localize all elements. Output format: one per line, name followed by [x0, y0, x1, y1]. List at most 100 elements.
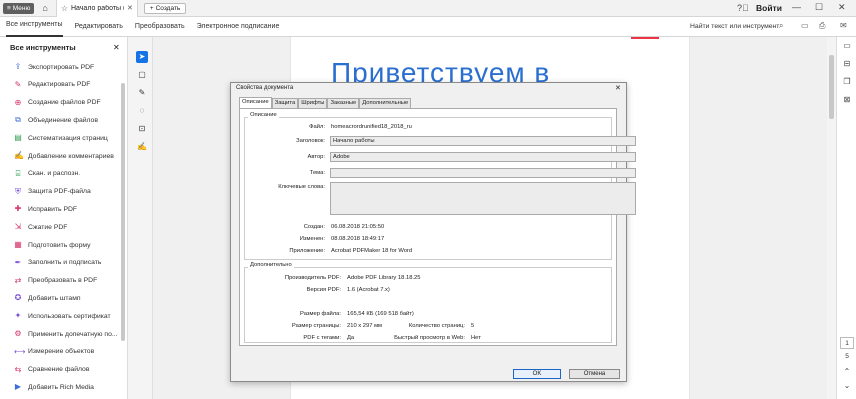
dialog-title: Свойства документа	[236, 85, 294, 91]
menu-label: Меню	[12, 4, 31, 12]
pages-panel-icon[interactable]: ❐	[842, 77, 852, 86]
login-button[interactable]: Войти	[756, 3, 782, 13]
create-button[interactable]: + Создать	[143, 2, 187, 14]
print-production-icon: ⚙	[14, 329, 22, 338]
panel-scrollbar[interactable]	[121, 83, 125, 341]
select-cursor-icon[interactable]: ➤	[136, 51, 148, 63]
help-icon[interactable]: ?⃝	[737, 3, 749, 13]
dialog-close-icon[interactable]: ✕	[615, 84, 621, 92]
mail-icon[interactable]: ✉	[840, 21, 847, 30]
tagged-pdf-label: PDF с тегами:	[303, 335, 341, 341]
document-scrollbar[interactable]	[827, 37, 836, 399]
title-field[interactable]: Начало работы	[330, 136, 636, 146]
tool-item[interactable]: ⛨ Защита PDF-файла	[14, 186, 91, 196]
search-icon[interactable]: ⌕	[779, 21, 783, 31]
menu-button[interactable]: ≡ Меню	[3, 2, 35, 14]
lock-panel-icon[interactable]: ⊠	[842, 95, 852, 104]
tool-item[interactable]: ⌸ Скан. и распозн.	[14, 169, 81, 178]
tool-item-label: Измерение объектов	[28, 348, 95, 356]
fast-web-view-label: Быстрый просмотр в Web:	[394, 335, 465, 341]
print-icon[interactable]: ⎙	[819, 21, 825, 31]
tool-item[interactable]: ⚙ Применить допечатную по...	[14, 329, 118, 338]
menu-e-sign[interactable]: Электронное подписание	[197, 23, 280, 30]
home-icon[interactable]: ⌂	[42, 3, 47, 13]
compare-icon: ⇆	[14, 364, 22, 374]
find-text-label[interactable]: Найти текст или инструмент	[690, 23, 779, 30]
add-comment-icon[interactable]: ▢	[136, 69, 148, 81]
fix-pdf-icon: ✚	[14, 204, 22, 214]
document-properties-dialog: Свойства документа ✕ Описание Защита Шри…	[230, 82, 636, 382]
tab-fonts[interactable]: Шрифты	[298, 98, 328, 108]
menu-all-tools[interactable]: Все инструменты	[6, 17, 63, 37]
tab-security[interactable]: Защита	[271, 98, 299, 108]
protect-icon: ⛨	[15, 186, 21, 196]
keywords-field[interactable]	[330, 182, 636, 215]
subject-label: Тема:	[309, 170, 325, 176]
page-size-label: Размер страницы:	[291, 323, 341, 329]
page-count-value: 5	[471, 323, 475, 329]
star-icon[interactable]: ☆	[61, 4, 68, 13]
tab-advanced[interactable]: Дополнительные	[359, 98, 412, 108]
menu-convert[interactable]: Преобразовать	[135, 23, 185, 30]
edit-text-icon[interactable]: ⊡	[136, 123, 148, 135]
menu-edit[interactable]: Редактировать	[75, 23, 123, 30]
highlight-pen-icon[interactable]: ✎	[136, 87, 148, 99]
tool-item[interactable]: ✚ Исправить PDF	[14, 205, 77, 213]
tool-item[interactable]: ✪ Добавить штамп	[14, 294, 81, 302]
tool-item[interactable]: ✦ Использовать сертификат	[14, 312, 111, 320]
tool-item[interactable]: ⊕ Создание файлов PDF	[14, 97, 101, 107]
tool-item[interactable]: ⇄ Преобразовать в PDF	[14, 276, 98, 285]
tool-item[interactable]: ⇪ Экспортировать PDF	[14, 63, 95, 71]
tool-item[interactable]: ✎ Редактировать PDF	[14, 79, 91, 89]
close-window-icon[interactable]: ✕	[838, 2, 846, 13]
plus-icon: +	[149, 4, 154, 12]
tool-item-label: Преобразовать в PDF	[28, 277, 98, 285]
page-up-icon[interactable]: ⌃	[842, 367, 852, 376]
tool-item[interactable]: ▦ Подготовить форму	[14, 241, 90, 249]
document-tab[interactable]: ☆ Начало работы (ЗА... ✕	[55, 0, 138, 17]
keywords-label: Ключевые слова:	[278, 184, 325, 190]
tool-item[interactable]: ✍ Добавление комментариев	[14, 152, 114, 160]
tool-item-label: Сжатие PDF	[28, 223, 68, 231]
tool-item[interactable]: ⧉ Объединение файлов	[14, 116, 98, 124]
create-pdf-icon: ⊕	[14, 97, 22, 107]
tool-item-label: Защита PDF-файла	[28, 188, 91, 196]
panel-title: Все инструменты	[10, 43, 76, 52]
ok-button[interactable]: OK	[513, 369, 561, 379]
tab-description[interactable]: Описание	[239, 97, 272, 108]
close-tab-icon[interactable]: ✕	[127, 4, 133, 12]
scrollbar-thumb[interactable]	[829, 55, 834, 119]
tool-item-label: Сравнение файлов	[28, 366, 90, 374]
page-down-icon[interactable]: ⌄	[842, 381, 852, 390]
tool-item-label: Редактировать PDF	[28, 81, 91, 89]
save-icon[interactable]: ▭	[801, 21, 809, 30]
tool-item[interactable]: ⇲ Сжатие PDF	[14, 223, 68, 231]
bookmarks-panel-icon[interactable]: ⊟	[842, 59, 852, 68]
document-tab-title: Начало работы (ЗА...	[70, 4, 124, 12]
tool-item[interactable]: ▶ Добавить Rich Media	[14, 383, 94, 391]
file-value: homeacrordrunified18_2018_ru	[331, 124, 412, 130]
draw-freeform-icon[interactable]: ◌	[136, 105, 148, 117]
minimize-icon[interactable]: —	[792, 2, 801, 12]
tool-item[interactable]: ▤ Систематизация страниц	[14, 134, 108, 142]
title-bar: ≡ Меню ⌂ ☆ Начало работы (ЗА... ✕ + Созд…	[0, 0, 856, 17]
page-size-value: 210 x 297 мм	[347, 323, 383, 329]
current-page-field[interactable]: 1	[840, 337, 854, 349]
cancel-button[interactable]: Отмена	[569, 369, 620, 379]
created-value: 06.08.2018 21:05:50	[331, 224, 385, 230]
edit-pdf-icon: ✎	[14, 79, 22, 89]
tool-item[interactable]: ✒ Заполнить и подписать	[14, 258, 102, 267]
fast-web-view-value: Нет	[471, 335, 481, 341]
comments-panel-icon[interactable]: ▭	[842, 41, 852, 50]
tab-custom[interactable]: Заказные	[327, 98, 360, 108]
close-panel-icon[interactable]: ✕	[113, 43, 120, 52]
subject-field[interactable]	[330, 168, 636, 178]
maximize-icon[interactable]: ☐	[815, 2, 823, 13]
dialog-body: Описание Файл: homeacrordrunified18_2018…	[239, 108, 636, 346]
tool-item[interactable]: ⟷ Измерение объектов	[14, 347, 95, 356]
tool-item[interactable]: ⇆ Сравнение файлов	[14, 364, 90, 374]
tool-item-label: Добавить штамп	[28, 294, 81, 302]
sign-icon[interactable]: ✍	[136, 141, 148, 153]
author-field[interactable]: Adobe	[330, 152, 636, 162]
tool-item-label: Применить допечатную по...	[28, 330, 118, 338]
